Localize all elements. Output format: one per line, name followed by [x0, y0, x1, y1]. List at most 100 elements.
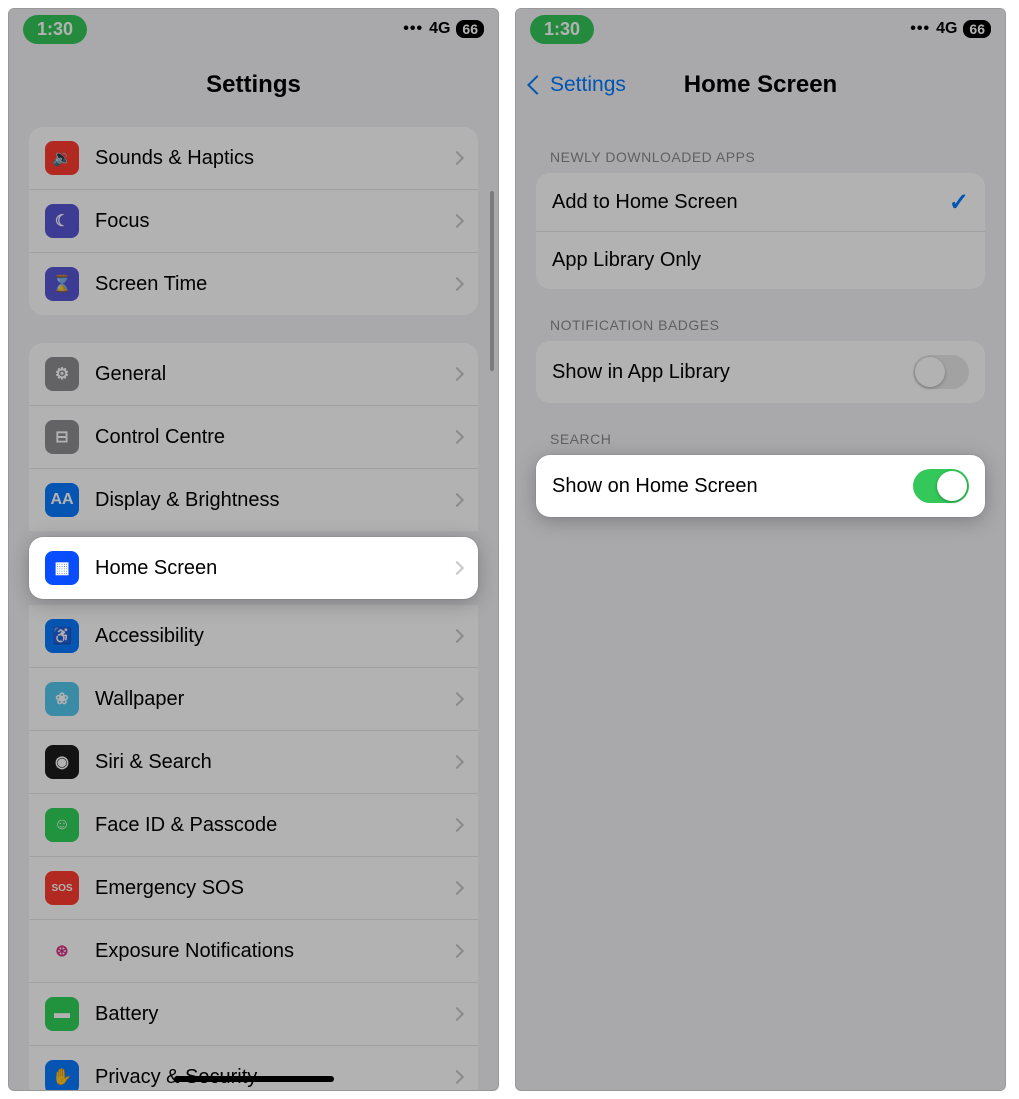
group-search-highlight: Show on Home Screen: [536, 455, 985, 517]
settings-row[interactable]: SOS Emergency SOS: [29, 856, 478, 919]
settings-row[interactable]: ✋ Privacy & Security: [29, 1045, 478, 1090]
settings-row[interactable]: ☾ Focus: [29, 189, 478, 252]
app-icon: ▬: [45, 997, 79, 1031]
chevron-right-icon: [450, 944, 464, 958]
phone-right: 1:30 4G 66 Settings Home Screen NEWLY DO…: [515, 8, 1006, 1091]
switch-show-on-home-screen[interactable]: [913, 469, 969, 503]
home-screen-icon: ▦: [45, 551, 79, 585]
app-icon: 🔉: [45, 141, 79, 175]
status-right: 4G 66: [403, 20, 484, 38]
home-screen-row-highlight[interactable]: ▦ Home Screen: [29, 537, 478, 599]
chevron-right-icon: [450, 214, 464, 228]
network-label: 4G: [936, 20, 957, 38]
row-label: App Library Only: [552, 249, 969, 272]
settings-row[interactable]: AA Display & Brightness: [29, 468, 478, 531]
row-label: Display & Brightness: [95, 489, 452, 512]
phone-left: 1:30 4G 66 Settings 🔉 Sounds & Haptics ☾…: [8, 8, 499, 1091]
row-label: Add to Home Screen: [552, 191, 949, 214]
chevron-right-icon: [450, 755, 464, 769]
option-row[interactable]: App Library Only: [536, 231, 985, 289]
app-icon: ⊟: [45, 420, 79, 454]
navbar-settings: Settings: [9, 49, 498, 121]
section-header-search: SEARCH: [550, 431, 971, 447]
row-label: Wallpaper: [95, 688, 452, 711]
settings-row[interactable]: ☺ Face ID & Passcode: [29, 793, 478, 856]
back-label: Settings: [550, 73, 626, 97]
settings-group-2-bottom: ♿ Accessibility ❀ Wallpaper ◉ Siri & Sea…: [29, 605, 478, 1090]
navbar-home-screen: Settings Home Screen: [516, 49, 1005, 121]
chevron-right-icon: [450, 151, 464, 165]
app-icon: ✋: [45, 1060, 79, 1090]
settings-row[interactable]: ⊟ Control Centre: [29, 405, 478, 468]
chevron-right-icon: [450, 561, 464, 575]
group-newly-downloaded: Add to Home Screen ✓ App Library Only: [536, 173, 985, 289]
row-label: Emergency SOS: [95, 877, 452, 900]
row-label: Home Screen: [95, 557, 452, 580]
app-icon: ♿: [45, 619, 79, 653]
settings-row[interactable]: ⚙ General: [29, 343, 478, 405]
settings-row[interactable]: ♿ Accessibility: [29, 605, 478, 667]
chevron-left-icon: [527, 75, 547, 95]
row-label: Focus: [95, 210, 452, 233]
chevron-right-icon: [450, 493, 464, 507]
battery-pill: 66: [963, 20, 991, 38]
row-show-in-app-library[interactable]: Show in App Library: [536, 341, 985, 403]
section-header-notification-badges: NOTIFICATION BADGES: [550, 317, 971, 333]
chevron-right-icon: [450, 277, 464, 291]
chevron-right-icon: [450, 881, 464, 895]
signal-icon: [910, 20, 930, 38]
app-icon: ◉: [45, 745, 79, 779]
settings-row-home-screen[interactable]: ▦ Home Screen: [29, 537, 478, 599]
row-label: Control Centre: [95, 426, 452, 449]
chevron-right-icon: [450, 692, 464, 706]
row-label: Screen Time: [95, 273, 452, 296]
row-show-on-home-screen[interactable]: Show on Home Screen: [536, 455, 985, 517]
check-icon: ✓: [949, 188, 969, 217]
settings-group-1: 🔉 Sounds & Haptics ☾ Focus ⌛ Screen Time: [29, 127, 478, 315]
network-label: 4G: [429, 20, 450, 38]
status-bar: 1:30 4G 66: [516, 9, 1005, 49]
page-title: Home Screen: [684, 71, 837, 99]
settings-row[interactable]: ❀ Wallpaper: [29, 667, 478, 730]
app-icon: ☺: [45, 808, 79, 842]
row-label: Show on Home Screen: [552, 475, 913, 498]
option-row[interactable]: Add to Home Screen ✓: [536, 173, 985, 231]
settings-list[interactable]: 🔉 Sounds & Haptics ☾ Focus ⌛ Screen Time…: [9, 121, 498, 1090]
settings-row[interactable]: ▬ Battery: [29, 982, 478, 1045]
settings-row[interactable]: 🔉 Sounds & Haptics: [29, 127, 478, 189]
settings-row[interactable]: ◉ Siri & Search: [29, 730, 478, 793]
page-title: Settings: [206, 71, 301, 99]
scrollbar[interactable]: [490, 191, 494, 371]
time-pill: 1:30: [530, 15, 594, 44]
home-indicator[interactable]: [174, 1076, 334, 1082]
app-icon: ⚙: [45, 357, 79, 391]
row-label: Accessibility: [95, 625, 452, 648]
time-pill: 1:30: [23, 15, 87, 44]
settings-group-2-top: ⚙ General ⊟ Control Centre AA Display & …: [29, 343, 478, 531]
chevron-right-icon: [450, 430, 464, 444]
app-icon: AA: [45, 483, 79, 517]
group-notification-badges: Show in App Library: [536, 341, 985, 403]
app-icon: ⊛: [45, 934, 79, 968]
row-label: Show in App Library: [552, 361, 913, 384]
section-header-newly-downloaded: NEWLY DOWNLOADED APPS: [550, 149, 971, 165]
home-screen-settings[interactable]: NEWLY DOWNLOADED APPS Add to Home Screen…: [516, 121, 1005, 1090]
row-label: Battery: [95, 1003, 452, 1026]
row-label: Sounds & Haptics: [95, 147, 452, 170]
signal-icon: [403, 20, 423, 38]
settings-row[interactable]: ⌛ Screen Time: [29, 252, 478, 315]
switch-show-in-app-library[interactable]: [913, 355, 969, 389]
status-right: 4G 66: [910, 20, 991, 38]
chevron-right-icon: [450, 818, 464, 832]
row-label: Siri & Search: [95, 751, 452, 774]
chevron-right-icon: [450, 1070, 464, 1084]
chevron-right-icon: [450, 1007, 464, 1021]
app-icon: ❀: [45, 682, 79, 716]
settings-row[interactable]: ⊛ Exposure Notifications: [29, 919, 478, 982]
row-label: Face ID & Passcode: [95, 814, 452, 837]
app-icon: ☾: [45, 204, 79, 238]
back-button[interactable]: Settings: [530, 73, 626, 97]
app-icon: SOS: [45, 871, 79, 905]
row-label: General: [95, 363, 452, 386]
status-bar: 1:30 4G 66: [9, 9, 498, 49]
